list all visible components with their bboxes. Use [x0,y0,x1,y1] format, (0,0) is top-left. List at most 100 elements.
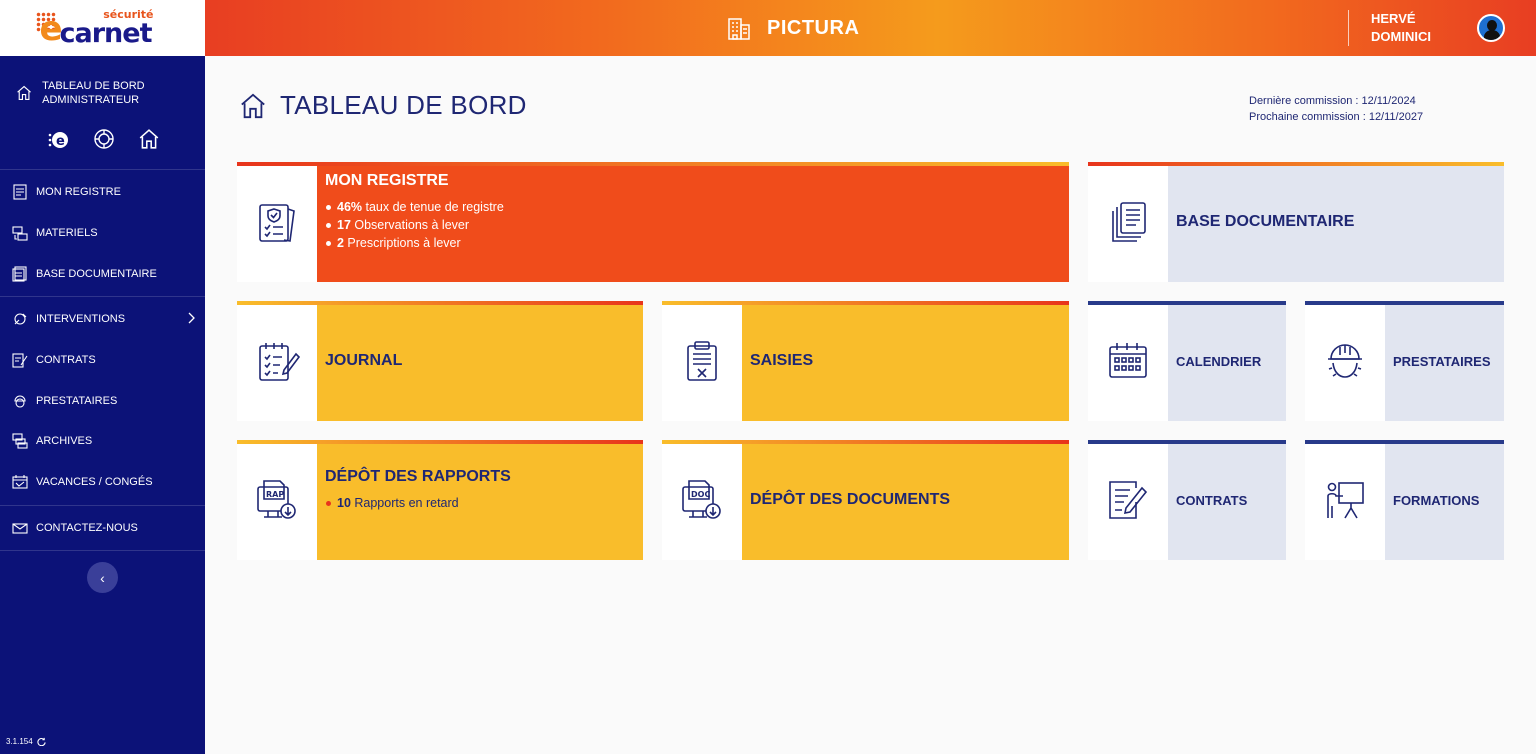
card-title: CALENDRIER [1176,353,1262,369]
card-stripe [237,440,643,444]
document-icon-text: DOC [691,490,710,499]
card-base-documentaire[interactable]: BASE DOCUMENTAIRE [1088,162,1504,282]
sync-globe-icon[interactable] [92,127,116,156]
register-icon [13,184,27,200]
sidebar-item-interventions[interactable]: INTERVENTIONS [0,299,205,340]
card-icon-box: DOC [662,440,742,560]
stat-observations: 17 Observations à lever [325,216,1061,234]
stat-label: Prescriptions à lever [343,236,461,250]
hardhat-worker-icon [1328,344,1362,378]
sidebar-quick-links: e [0,114,205,170]
card-stripe [662,440,1069,444]
card-saisies[interactable]: SAISIES [662,301,1069,421]
home-icon [17,85,31,101]
sidebar-item-mon-registre[interactable]: MON REGISTRE [0,172,205,213]
calendar-icon [1109,343,1147,378]
svg-text:e: e [56,134,65,149]
app-root: e sécurité carnet PICTURA HERVÉ DOMINICI… [0,0,1536,754]
sidebar-item-archives[interactable]: ARCHIVES [0,421,205,462]
securite-ecarnet-logo[interactable]: e sécurité carnet [35,6,168,50]
card-stripe [1088,301,1286,305]
sidebar-item-prestataires[interactable]: PRESTATAIRES [0,380,205,421]
version-number: 3.1.154 [6,737,33,746]
card-title: DÉPÔT DES RAPPORTS [325,468,511,485]
rapports-stats: 10 Rapports en retard [325,494,635,512]
stat-taux-tenue: 46% taux de tenue de registre [325,198,1061,216]
sidebar-item-label: MATERIELS [36,227,98,240]
sidebar-dashboard-admin[interactable]: TABLEAU DE BORD ADMINISTRATEUR [0,56,205,114]
sidebar-item-label: PRESTATAIRES [36,394,118,407]
logo-area[interactable]: e sécurité carnet [0,0,205,56]
refresh-icon[interactable] [37,737,46,746]
card-stripe [662,301,1069,305]
equipment-icon [12,226,28,241]
card-title: DÉPÔT DES DOCUMENTS [750,491,951,508]
contract-pen-icon [1109,481,1148,519]
card-icon-box [1088,440,1168,560]
building-icon [728,18,750,40]
card-formations[interactable]: FORMATIONS [1305,440,1504,560]
card-prestataires[interactable]: PRESTATAIRES [1305,301,1504,421]
sidebar-group-operations: INTERVENTIONS CONTRATS PRESTATAIRES ARCH… [0,297,205,506]
card-body: MON REGISTRE 46% taux de tenue de regist… [317,162,1069,282]
page-title: TABLEAU DE BORD [238,90,527,121]
sidebar-item-vacances[interactable]: VACANCES / CONGÉS [0,462,205,503]
card-icon-box [237,301,317,421]
stat-value: 10 [337,496,351,510]
card-body: SAISIES [742,301,1069,421]
documents-icon [12,266,27,282]
home-shortcut-icon[interactable] [138,128,160,155]
card-stripe [1305,440,1504,444]
stat-label: Rapports en retard [350,496,459,510]
stat-label: taux de tenue de registre [362,200,504,214]
shield-checklist-icon [259,204,295,242]
card-depot-rapports[interactable]: RAP DÉPÔT DES RAPPORTS 10 Rapports en re… [237,440,643,560]
sidebar-group-main: MON REGISTRE MATERIELS BASE DOCUMENTAIRE [0,170,205,298]
training-board-icon [1327,482,1364,519]
building-selector[interactable]: PICTURA [725,0,859,56]
user-name[interactable]: HERVÉ DOMINICI [1371,10,1461,46]
user-avatar[interactable] [1477,14,1505,42]
sidebar-collapse-button[interactable]: ‹ [87,562,118,593]
contract-icon [12,353,28,368]
card-stripe [237,301,643,305]
card-calendrier[interactable]: CALENDRIER [1088,301,1286,421]
card-icon-box [662,301,742,421]
card-stripe [1088,440,1286,444]
card-body: BASE DOCUMENTAIRE [1168,162,1504,282]
archives-icon [12,433,28,450]
card-stripe [1088,162,1504,166]
document-stack-icon [1112,202,1146,242]
sidebar-group-contact: CONTACTEZ-NOUS [0,506,205,552]
registre-stats: 46% taux de tenue de registre 17 Observa… [325,198,1061,252]
sidebar-item-contrats[interactable]: CONTRATS [0,340,205,381]
mail-icon [12,523,28,534]
page-title-text: TABLEAU DE BORD [280,90,527,120]
building-name: PICTURA [767,16,860,39]
card-contrats[interactable]: CONTRATS [1088,440,1286,560]
sidebar-item-label: CONTACTEZ-NOUS [36,521,138,534]
last-commission: Dernière commission : 12/11/2024 [1249,95,1416,107]
stat-value: 17 [337,218,351,232]
card-mon-registre[interactable]: MON REGISTRE 46% taux de tenue de regist… [237,162,1069,282]
sidebar-item-contactez-nous[interactable]: CONTACTEZ-NOUS [0,508,205,549]
sidebar-item-base-documentaire[interactable]: BASE DOCUMENTAIRE [0,253,205,294]
card-title: CONTRATS [1176,492,1248,508]
document-upload-icon: DOC [682,480,721,519]
sidebar-item-label: ARCHIVES [36,435,93,448]
sidebar-item-label: MON REGISTRE [36,186,121,199]
card-journal[interactable]: JOURNAL [237,301,643,421]
report-upload-icon: RAP [257,480,296,519]
card-body: PRESTATAIRES [1385,301,1504,421]
card-title: JOURNAL [325,352,403,369]
card-title: PRESTATAIRES [1393,353,1491,369]
next-commission: Prochaine commission : 12/11/2027 [1249,111,1424,123]
stat-value: 2 [337,236,344,250]
card-body: CALENDRIER [1168,301,1286,421]
ecarnet-shortcut-icon[interactable]: e [46,127,70,156]
clipboard-icon [687,341,717,381]
sidebar-item-materiels[interactable]: MATERIELS [0,213,205,254]
card-body: DÉPÔT DES DOCUMENTS [742,440,1069,560]
card-icon-box [1088,301,1168,421]
card-depot-documents[interactable]: DOC DÉPÔT DES DOCUMENTS [662,440,1069,560]
